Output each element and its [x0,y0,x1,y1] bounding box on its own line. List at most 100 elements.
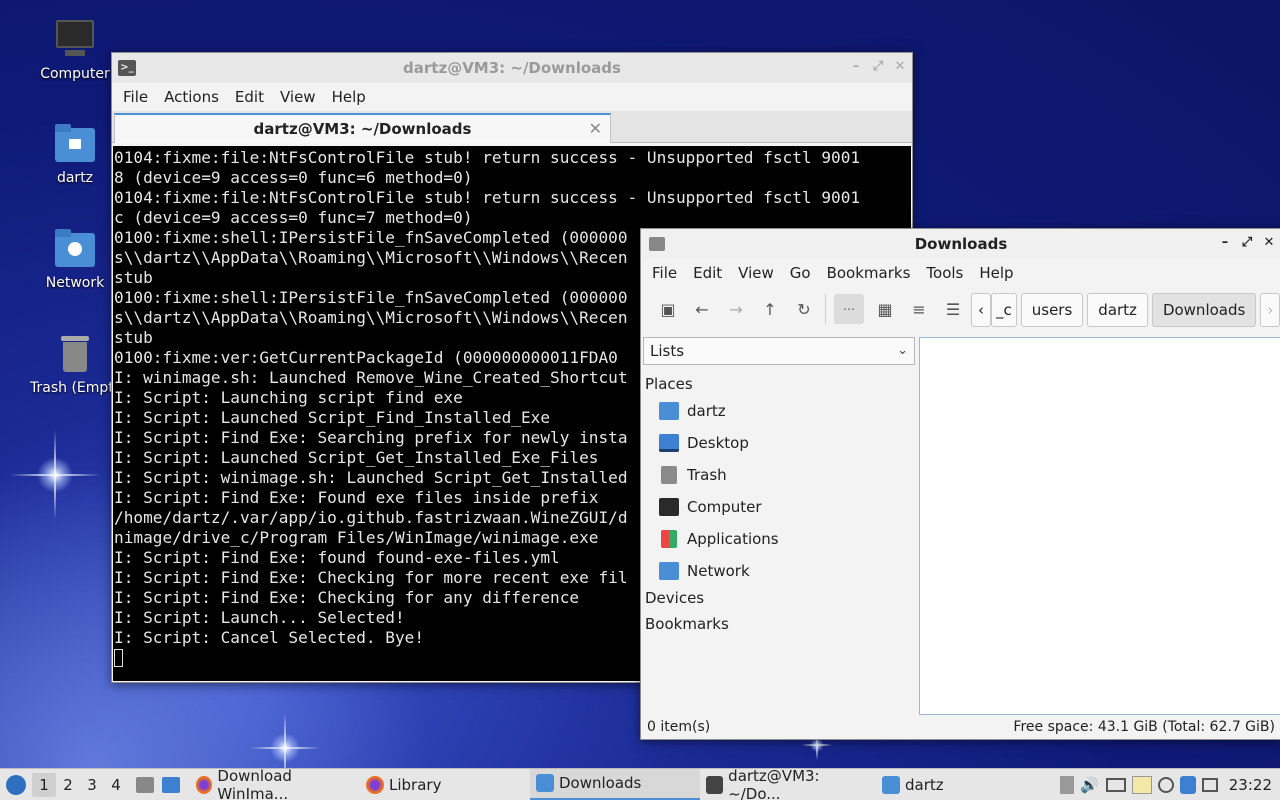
menu-view[interactable]: View [272,88,324,106]
close-icon[interactable]: ✕ [894,60,906,74]
file-manager-window[interactable]: Downloads – ⤢ ✕ File Edit View Go Bookma… [640,228,1280,740]
volume-icon[interactable]: 🔊 [1080,776,1100,794]
breadcrumb-item[interactable]: _c [991,293,1017,327]
clock[interactable]: 23:22 [1229,776,1272,794]
places-sidebar: Places dartz Desktop Trash Computer Appl… [641,369,917,635]
task-label: Library [389,775,442,794]
terminal-line: c (device=9 access=0 func=7 method=0) [114,208,473,227]
detailed-list-button[interactable]: ☰ [940,296,966,322]
quicklaunch-file-manager[interactable] [136,775,158,795]
close-tab-icon[interactable]: ✕ [589,119,602,138]
arrow-left-icon: ← [695,299,709,319]
place-item-trash[interactable]: Trash [641,459,917,491]
breadcrumb-item[interactable]: users [1020,293,1084,327]
place-label: Applications [687,530,779,548]
wallpaper-star [10,430,100,520]
place-item-computer[interactable]: Computer [641,491,917,523]
new-window-button[interactable]: ▣ [655,296,681,322]
compact-view-button[interactable]: ≡ [906,296,932,322]
file-manager-toolbar: ▣ ← → ↑ ↻ ⋯ ▦ ≡ ☰ ‹ _c users dartz Downl… [641,287,1280,331]
keyboard-icon[interactable] [1105,778,1126,792]
place-item-home[interactable]: dartz [641,395,917,427]
desktop-icon-home[interactable]: dartz [25,122,125,186]
file-list-view[interactable] [919,337,1280,715]
start-menu-button[interactable] [0,769,32,800]
workspace-1[interactable]: 1 [32,772,56,797]
back-button[interactable]: ← [689,296,715,322]
menu-edit[interactable]: Edit [227,88,272,106]
computer-icon [53,18,97,62]
menu-help[interactable]: Help [324,88,374,106]
taskbar-item-firefox-library[interactable]: Library [360,769,530,800]
breadcrumb-scroll-right[interactable]: › [1260,293,1280,327]
breadcrumb-scroll-left[interactable]: ‹ [971,293,991,327]
chevron-right-icon: › [1267,301,1274,319]
menu-help[interactable]: Help [971,264,1021,282]
desktop-icon-computer[interactable]: Computer [25,18,125,82]
task-label: dartz@VM3: ~/Do... [728,766,820,800]
terminal-tab[interactable]: dartz@VM3: ~/Downloads ✕ [114,113,611,143]
updates-icon[interactable] [1179,776,1196,794]
menu-bookmarks[interactable]: Bookmarks [819,264,919,282]
terminal-tab-label: dartz@VM3: ~/Downloads [253,120,472,138]
terminal-titlebar[interactable]: >_ dartz@VM3: ~/Downloads – ⤢ ✕ [112,53,912,83]
menu-file[interactable]: File [644,264,685,282]
workspace-3[interactable]: 3 [80,776,104,794]
file-manager-window-title: Downloads [914,235,1008,253]
up-button[interactable]: ↑ [757,296,783,322]
taskbar-item-terminal[interactable]: dartz@VM3: ~/Do... [700,766,876,800]
menu-view[interactable]: View [730,264,782,282]
taskbar-item-downloads[interactable]: Downloads [530,768,700,800]
arrow-up-icon: ↑ [763,299,777,319]
breadcrumb-item-current[interactable]: Downloads [1151,293,1257,327]
terminal-tab-bar: dartz@VM3: ~/Downloads ✕ [112,111,912,143]
folder-icon [882,775,900,794]
minimize-icon[interactable]: – [1219,236,1231,250]
menu-go[interactable]: Go [782,264,819,282]
taskbar-item-firefox-download[interactable]: Download WinIma... [190,767,360,800]
menu-edit[interactable]: Edit [685,264,730,282]
reload-button[interactable]: ↻ [791,296,817,322]
taskbar-item-dartz[interactable]: dartz [876,769,956,800]
terminal-app-icon: >_ [118,60,136,76]
icon-view-button[interactable]: ⋯ [834,294,864,324]
toolbar-separator [825,294,826,324]
eject-icon[interactable] [1059,776,1074,794]
side-pane-mode-select[interactable]: Lists ⌄ [643,337,915,365]
devices-header[interactable]: Devices [641,587,917,609]
quicklaunch-show-desktop[interactable] [162,775,184,795]
thumbnail-view-button[interactable]: ▦ [872,296,898,322]
terminal-cursor [114,649,123,667]
clipboard-icon[interactable] [1131,776,1152,794]
close-icon[interactable]: ✕ [1263,236,1275,250]
status-bar: 0 item(s) Free space: 43.1 GiB (Total: 6… [641,715,1280,739]
network-status-icon[interactable] [1157,777,1174,793]
workspace-2[interactable]: 2 [56,776,80,794]
minimize-icon[interactable]: – [850,60,862,74]
desktop-icon-network[interactable]: Network [25,227,125,291]
menu-file[interactable]: File [115,88,156,106]
place-label: Trash [687,466,727,484]
workspace-4[interactable]: 4 [104,776,128,794]
desktop-icon-trash[interactable]: Trash (Empty) [25,332,125,396]
places-header: Places [645,375,693,393]
image-view-icon: ▦ [877,299,893,319]
maximize-icon[interactable]: ⤢ [872,60,884,74]
file-manager-titlebar[interactable]: Downloads – ⤢ ✕ [641,229,1280,259]
place-item-desktop[interactable]: Desktop [641,427,917,459]
terminal-icon [706,775,724,794]
place-item-applications[interactable]: Applications [641,523,917,555]
place-item-network[interactable]: Network [641,555,917,587]
task-label: Downloads [559,774,642,792]
maximize-icon[interactable]: ⤢ [1241,236,1253,250]
breadcrumb-item[interactable]: dartz [1087,293,1148,327]
screen-icon[interactable] [1201,778,1218,792]
computer-icon [659,498,679,516]
trash-icon [53,332,97,376]
menu-actions[interactable]: Actions [156,88,227,106]
compact-view-icon: ≡ [912,299,926,319]
firefox-icon [366,775,384,794]
menu-tools[interactable]: Tools [918,264,971,282]
bookmarks-header[interactable]: Bookmarks [641,609,917,635]
forward-button[interactable]: → [723,296,749,322]
